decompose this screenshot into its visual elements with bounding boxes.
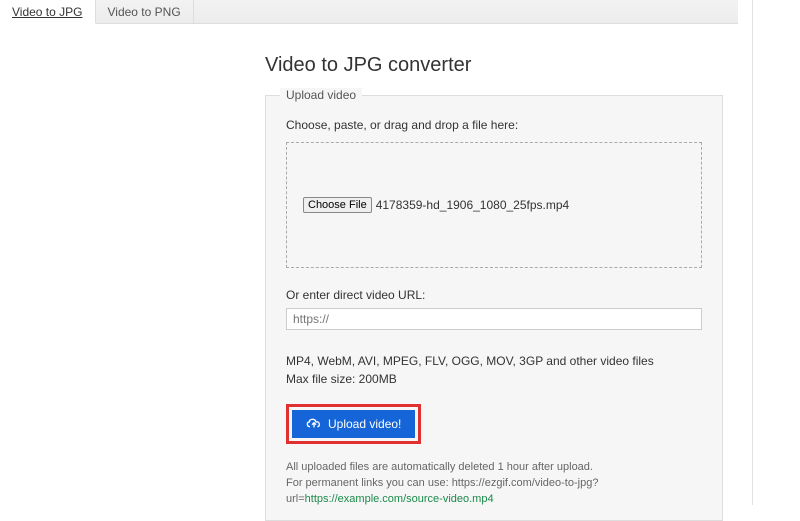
url-label: Or enter direct video URL: (286, 288, 702, 302)
upload-button[interactable]: Upload video! (292, 410, 415, 438)
panel-legend: Upload video (280, 88, 362, 102)
main-content: Video to JPG converter Upload video Choo… (0, 24, 738, 521)
example-url-link[interactable]: https://example.com/source-video.mp4 (305, 493, 494, 505)
tab-video-to-png[interactable]: Video to PNG (96, 0, 194, 23)
selected-filename: 4178359-hd_1906_1080_25fps.mp4 (376, 198, 570, 212)
tab-bar: Video to JPG Video to PNG (0, 0, 738, 24)
page-title: Video to JPG converter (265, 54, 738, 77)
url-input[interactable] (286, 308, 702, 330)
footnote-line2: For permanent links you can use: https:/… (286, 476, 702, 508)
maxsize-line: Max file size: 200MB (286, 370, 702, 388)
cloud-upload-icon (306, 418, 322, 430)
footnote: All uploaded files are automatically del… (286, 460, 702, 508)
instruction-text: Choose, paste, or drag and drop a file h… (286, 118, 702, 132)
file-dropzone[interactable]: Choose File 4178359-hd_1906_1080_25fps.m… (286, 142, 702, 268)
upload-button-highlight: Upload video! (286, 404, 421, 444)
tab-video-to-jpg[interactable]: Video to JPG (0, 0, 96, 24)
upload-button-label: Upload video! (328, 417, 401, 431)
footnote-line1: All uploaded files are automatically del… (286, 460, 702, 476)
choose-file-button[interactable]: Choose File (303, 197, 372, 213)
page-divider (752, 0, 753, 505)
upload-panel: Upload video Choose, paste, or drag and … (265, 95, 723, 521)
formats-info: MP4, WebM, AVI, MPEG, FLV, OGG, MOV, 3GP… (286, 352, 702, 388)
formats-line: MP4, WebM, AVI, MPEG, FLV, OGG, MOV, 3GP… (286, 352, 702, 370)
